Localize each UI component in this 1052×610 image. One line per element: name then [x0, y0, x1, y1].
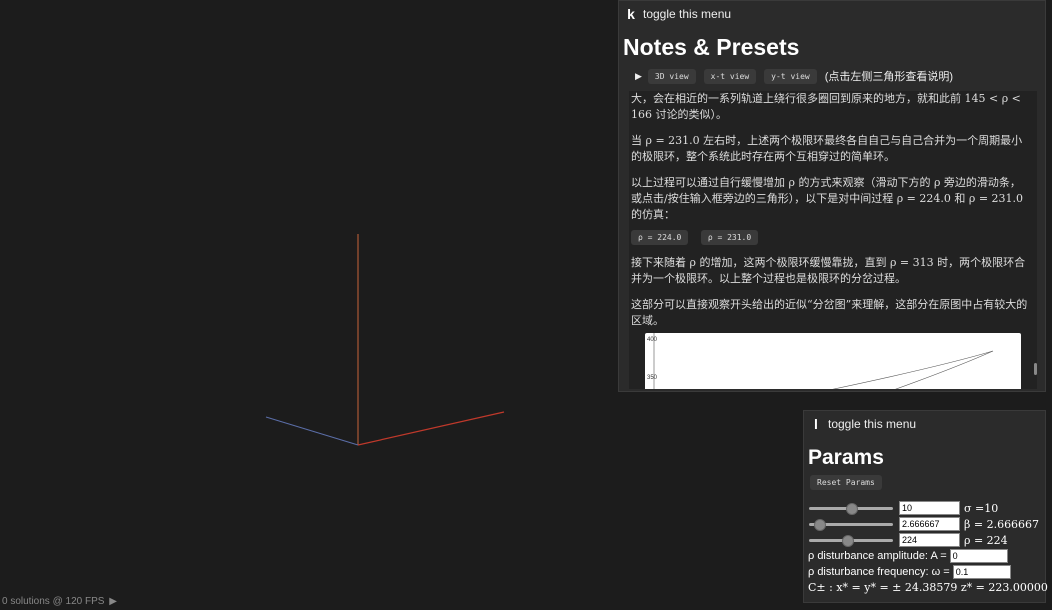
sigma-input[interactable]	[899, 501, 960, 515]
preset-buttons: ρ = 224.0 ρ = 231.0	[631, 227, 1037, 245]
view-xt-button[interactable]: x-t view	[703, 68, 757, 84]
rho-label: ρ = 224	[964, 533, 1008, 547]
sigma-slider[interactable]	[809, 502, 893, 515]
notes-content[interactable]: 大，会在相近的一系列轨道上绕行很多圈回到原来的地方，就和此前 145 < ρ <…	[629, 91, 1037, 389]
notes-paragraph: 以上过程可以通过自行缓慢增加 ρ 的方式来观察（滑动下方的 ρ 旁边的滑动条，或…	[631, 176, 1024, 221]
notes-paragraph: 当 ρ = 231.0 左右时，上述两个极限环最终各自自己与自己合并为一个周期最…	[631, 134, 1023, 163]
params-hotkey: l	[814, 416, 818, 432]
beta-label: β = 2.666667	[964, 517, 1040, 531]
notes-menu-header: k toggle this menu	[619, 1, 1045, 27]
rho-row: ρ = 224	[804, 532, 1045, 548]
rho-slider[interactable]	[809, 534, 893, 547]
frequency-label: ρ disturbance frequency: ω =	[808, 566, 950, 578]
play-icon[interactable]: ▶	[109, 596, 117, 607]
beta-row: β = 2.666667	[804, 516, 1045, 532]
sigma-label: σ =10	[964, 501, 999, 515]
notes-hotkey: k	[627, 6, 635, 22]
expand-triangle-icon[interactable]: ▶	[635, 71, 642, 82]
view-3d-button[interactable]: 3D view	[647, 68, 696, 84]
amplitude-row: ρ disturbance amplitude: A =	[804, 548, 1045, 564]
params-panel: l toggle this menu Params Reset Params σ…	[803, 410, 1048, 603]
frequency-input[interactable]	[952, 565, 1011, 579]
slider-knob[interactable]	[841, 535, 854, 547]
status-bar: 0 solutions @ 120 FPS ▶	[2, 596, 117, 607]
params-toggle-menu[interactable]: toggle this menu	[828, 417, 916, 431]
reset-params-button[interactable]: Reset Params	[810, 475, 882, 490]
beta-input[interactable]	[899, 517, 960, 531]
view-yt-button[interactable]: y-t view	[764, 68, 817, 84]
notes-panel: k toggle this menu Notes & Presets ▶ 3D …	[618, 0, 1046, 392]
notes-scrollbar[interactable]	[1034, 363, 1037, 375]
beta-slider[interactable]	[809, 518, 893, 531]
notes-paragraph: 大，会在相近的一系列轨道上绕行很多圈回到原来的地方，就和此前 145 < ρ <…	[631, 92, 1021, 121]
status-text: 0 solutions @ 120 FPS	[2, 596, 105, 607]
preset-rho-231-button[interactable]: ρ = 231.0	[700, 230, 759, 245]
sigma-row: σ =10	[804, 500, 1045, 516]
bifurcation-chart-preview: 400 350	[645, 333, 1021, 389]
amplitude-label: ρ disturbance amplitude: A =	[808, 550, 947, 562]
amplitude-input[interactable]	[949, 549, 1008, 563]
params-menu-header: l toggle this menu	[804, 411, 1045, 437]
preset-rho-224-button[interactable]: ρ = 224.0	[631, 230, 689, 245]
rho-input[interactable]	[899, 533, 960, 547]
chart-curve	[653, 333, 994, 389]
frequency-row: ρ disturbance frequency: ω =	[804, 564, 1045, 580]
z-axis-line	[265, 416, 359, 446]
notes-paragraph: 这部分可以直接观察开头给出的近似“分岔图”来理解，这部分在原图中占有较大的区域。	[631, 298, 1028, 327]
notes-title: Notes & Presets	[623, 34, 800, 60]
view-selector: ▶ 3D view x-t view y-t view (点击左侧三角形查看说明…	[635, 68, 1045, 84]
notes-paragraph: 接下来随着 ρ 的增加，这两个极限环缓慢靠拢，直到 ρ = 313 时，两个极限…	[631, 256, 1026, 285]
slider-knob[interactable]	[846, 503, 858, 515]
slider-knob[interactable]	[814, 519, 827, 531]
fixed-point-readout: C± : x* = y* = ± 24.38579 z* = 223.00000	[808, 581, 1048, 594]
notes-toggle-menu[interactable]: toggle this menu	[643, 7, 731, 21]
view-hint: (点击左侧三角形查看说明)	[824, 71, 954, 83]
x-axis-line	[357, 411, 505, 446]
params-title: Params	[808, 446, 884, 469]
